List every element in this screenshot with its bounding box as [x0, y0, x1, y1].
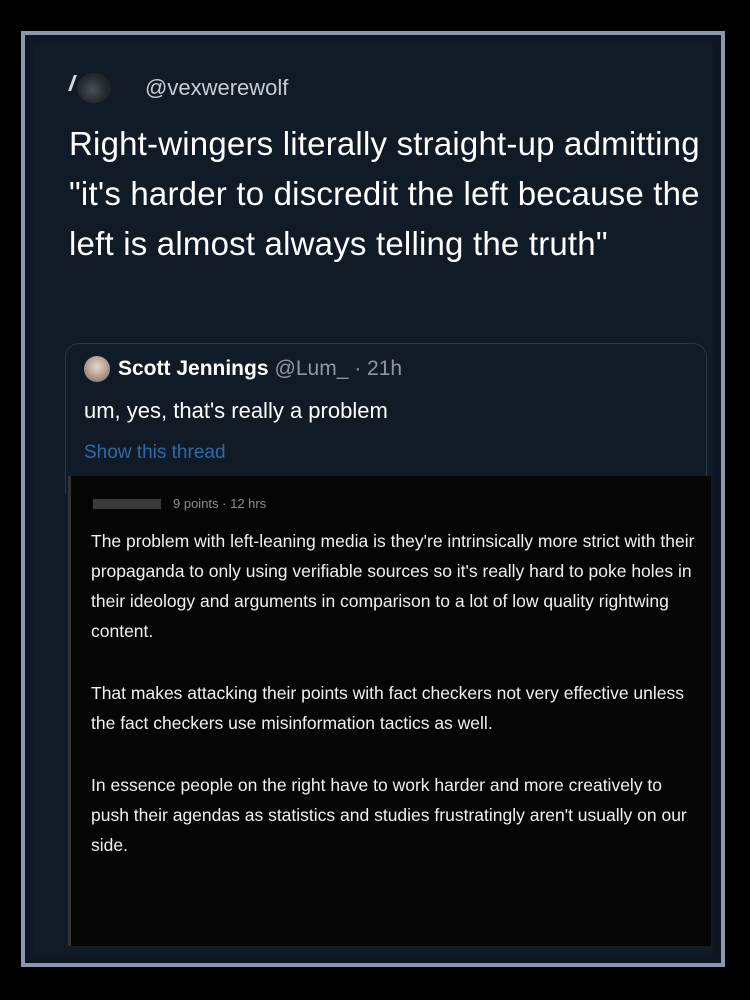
comment-paragraph: That makes attacking their points with f…: [91, 683, 685, 733]
tweet-handle[interactable]: @vexwerewolf: [145, 75, 288, 101]
quoted-author-meta: @Lum_ · 21h: [274, 357, 403, 380]
embedded-comment: 9 points · 12 hrs The problem with left-…: [68, 476, 711, 946]
comment-meta: 9 points · 12 hrs: [93, 496, 266, 511]
comment-body: The problem with left-leaning media is t…: [91, 526, 701, 860]
quoted-tweet-text: um, yes, that's really a problem: [84, 398, 388, 423]
screenshot-container: @vexwerewolf Right-wingers literally str…: [33, 43, 713, 955]
show-thread-link[interactable]: Show this thread: [84, 442, 226, 464]
comment-paragraph: The problem with left-leaning media is t…: [91, 531, 695, 641]
redacted-username: [93, 498, 161, 509]
comment-paragraph: In essence people on the right have to w…: [91, 775, 687, 855]
tweet-author-row: @vexwerewolf: [77, 71, 288, 105]
image-frame: @vexwerewolf Right-wingers literally str…: [21, 31, 725, 967]
quoted-tweet-header: Scott Jennings @Lum_ · 21h: [84, 356, 402, 382]
quoted-tweet[interactable]: Scott Jennings @Lum_ · 21h um, yes, that…: [65, 343, 707, 494]
tweet-text: Right-wingers literally straight-up admi…: [69, 125, 700, 262]
quoted-author-name: Scott Jennings: [118, 357, 269, 380]
avatar: [84, 356, 110, 382]
comment-points: 9 points · 12 hrs: [173, 496, 267, 511]
avatar[interactable]: [77, 73, 111, 103]
